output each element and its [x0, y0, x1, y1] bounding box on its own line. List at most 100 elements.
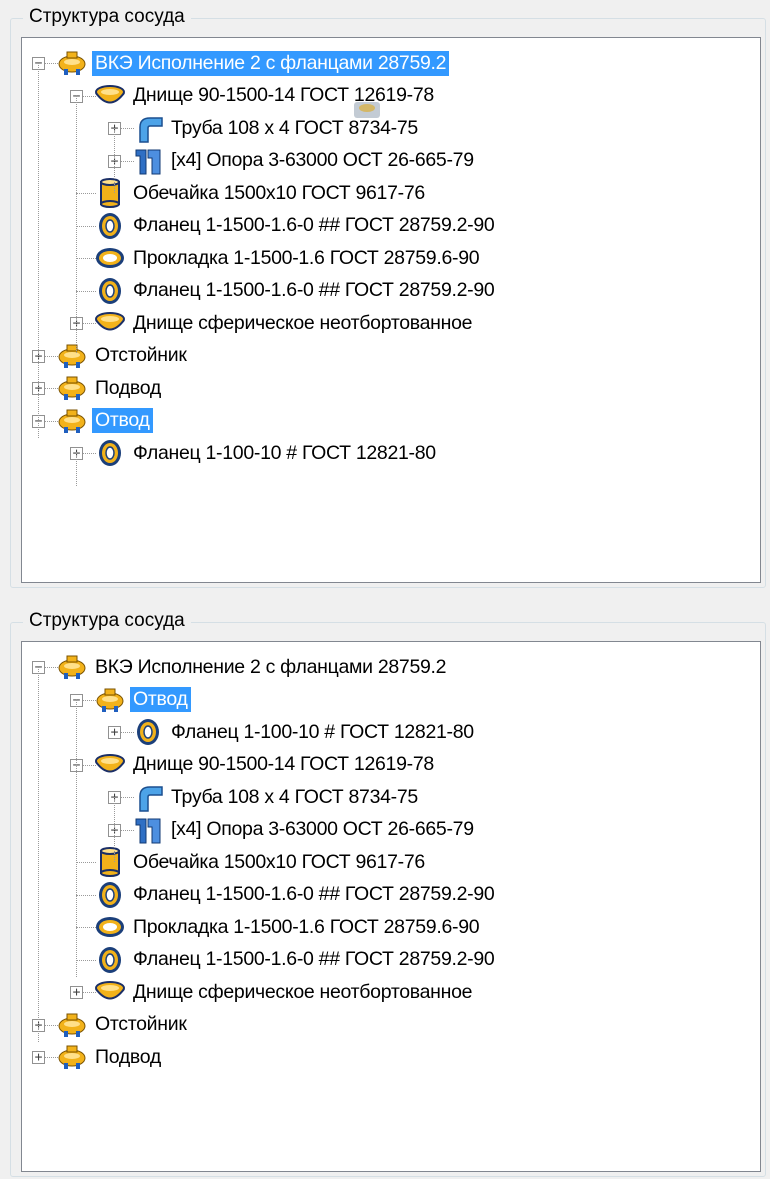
- tree-node[interactable]: Обечайка 1500x10 ГОСТ 9617-76: [94, 177, 428, 209]
- tree-connector: [76, 699, 77, 977]
- tree-node[interactable]: Фланец 1-1500-1.6-0 ## ГОСТ 28759.2-90: [94, 275, 497, 307]
- vessel-icon: [56, 1009, 88, 1041]
- tree-node-label: Обечайка 1500x10 ГОСТ 9617-76: [133, 181, 425, 204]
- head-icon: [94, 307, 126, 339]
- drag-cursor-icon: [352, 96, 382, 128]
- tree-node-label: Днище 90-1500-14 ГОСТ 12619-78: [133, 753, 434, 775]
- head-icon: [94, 80, 126, 112]
- tree-node-label: Отстойник: [95, 1013, 187, 1035]
- tree-node[interactable]: Труба 108 x 4 ГОСТ 8734-75: [132, 781, 421, 813]
- vessel-icon: [56, 47, 88, 79]
- tree-node-label: Отстойник: [95, 344, 187, 366]
- tree-node[interactable]: Прокладка 1-1500-1.6 ГОСТ 28759.6-90: [94, 911, 482, 943]
- flange-icon: [94, 437, 126, 469]
- tree-node-label: Фланец 1-1500-1.6-0 ## ГОСТ 28759.2-90: [133, 883, 495, 905]
- tree-connector: [76, 959, 96, 961]
- tree-node-label: Фланец 1-100-10 # ГОСТ 12821-80: [133, 441, 436, 464]
- tree-node-label: Отвод: [92, 408, 153, 433]
- tree-node-label: Подвод: [95, 1045, 161, 1068]
- tree-node[interactable]: Подвод: [56, 1041, 164, 1073]
- tree-node-label: Труба 108 x 4 ГОСТ 8734-75: [171, 785, 418, 808]
- flange-icon: [94, 944, 126, 976]
- tree-connector: [76, 95, 77, 353]
- tree-connector: [76, 927, 96, 928]
- tree-connector: [38, 667, 39, 1042]
- tree-node-label: Прокладка 1-1500-1.6 ГОСТ 28759.6-90: [133, 246, 480, 269]
- tree-node[interactable]: Фланец 1-1500-1.6-0 ## ГОСТ 28759.2-90: [94, 210, 497, 242]
- tree-connector: [76, 258, 96, 259]
- tree-node[interactable]: Подвод: [56, 372, 164, 404]
- tree-node-label: [x4] Опора 3-63000 ОСТ 26-665-79: [171, 818, 474, 840]
- tree-node[interactable]: [x4] Опора 3-63000 ОСТ 26-665-79: [132, 145, 477, 177]
- pipe-icon: [132, 112, 164, 144]
- tree-node-label: Прокладка 1-1500-1.6 ГОСТ 28759.6-90: [133, 915, 480, 938]
- expand-toggle[interactable]: +: [108, 726, 121, 739]
- tree-node-label: Фланец 1-1500-1.6-0 ## ГОСТ 28759.2-90: [133, 214, 495, 236]
- expand-toggle[interactable]: +: [70, 986, 83, 999]
- vessel-icon: [56, 651, 88, 683]
- tree-node-label: Днище сферическое неотбортованное: [133, 980, 473, 1003]
- vessel-structure-group-top: Структура сосуда − ВКЭ Исполнение 2 с фл…: [10, 5, 766, 588]
- tree-node[interactable]: Фланец 1-100-10 # ГОСТ 12821-80: [94, 437, 439, 469]
- tree-connector: [38, 63, 39, 438]
- tree-node[interactable]: ВКЭ Исполнение 2 с фланцами 28759.2: [56, 651, 449, 683]
- flange-icon: [94, 879, 126, 911]
- tree-node[interactable]: Прокладка 1-1500-1.6 ГОСТ 28759.6-90: [94, 242, 482, 274]
- tree-node[interactable]: Фланец 1-1500-1.6-0 ## ГОСТ 28759.2-90: [94, 879, 497, 911]
- tree-node-label: [x4] Опора 3-63000 ОСТ 26-665-79: [171, 149, 474, 171]
- tree-node-label: Обечайка 1500x10 ГОСТ 9617-76: [133, 850, 425, 873]
- tree-node[interactable]: Днище сферическое неотбортованное: [94, 307, 475, 339]
- tree-node-label: Труба 108 x 4 ГОСТ 8734-75: [171, 116, 418, 139]
- tree-node[interactable]: Днище 90-1500-14 ГОСТ 12619-78: [94, 80, 437, 112]
- tree-node[interactable]: ВКЭ Исполнение 2 с фланцами 28759.2: [56, 47, 450, 79]
- tree-node[interactable]: Фланец 1-100-10 # ГОСТ 12821-80: [132, 716, 477, 748]
- tree-node-label: ВКЭ Исполнение 2 с фланцами 28759.2: [95, 655, 447, 678]
- structure-tree-top[interactable]: − ВКЭ Исполнение 2 с фланцами 28759.2− Д…: [21, 37, 761, 583]
- support-icon: [132, 145, 164, 177]
- tree-node-label: Фланец 1-100-10 # ГОСТ 12821-80: [171, 720, 474, 743]
- flange-icon: [132, 716, 164, 748]
- tree-node[interactable]: Отвод: [94, 684, 191, 716]
- tree-node[interactable]: Отвод: [56, 405, 153, 437]
- tree-node-label: ВКЭ Исполнение 2 с фланцами 28759.2: [92, 50, 450, 76]
- tree-connector: [76, 862, 96, 863]
- tree-node[interactable]: Обечайка 1500x10 ГОСТ 9617-76: [94, 846, 428, 878]
- vessel-icon: [56, 372, 88, 404]
- tree-connector: [76, 452, 77, 486]
- pipe-icon: [132, 781, 164, 813]
- tree-node-label: Днище сферическое неотбортованное: [133, 311, 473, 334]
- group-title: Структура сосуда: [23, 609, 191, 633]
- tree-connector: [76, 193, 96, 194]
- tree-node-label: Подвод: [95, 376, 161, 399]
- gasket-icon: [94, 242, 126, 274]
- tree-node-label: Фланец 1-1500-1.6-0 ## ГОСТ 28759.2-90: [133, 279, 495, 301]
- group-title: Структура сосуда: [23, 5, 191, 29]
- tree-connector: [76, 290, 96, 292]
- vessel-icon: [94, 684, 126, 716]
- head-icon: [94, 749, 126, 781]
- tree-node-label: Отвод: [130, 687, 191, 712]
- tree-connector: [76, 225, 96, 227]
- vessel-icon: [56, 340, 88, 372]
- tree-connector: [114, 128, 115, 193]
- tree-node-label: Днище 90-1500-14 ГОСТ 12619-78: [133, 84, 434, 106]
- support-icon: [132, 814, 164, 846]
- vessel-icon: [56, 1041, 88, 1073]
- flange-icon: [94, 275, 126, 307]
- tree-node[interactable]: Отстойник: [56, 1009, 190, 1041]
- shell-icon: [94, 846, 126, 878]
- expand-toggle[interactable]: +: [32, 1051, 45, 1064]
- tree-node[interactable]: Днище сферическое неотбортованное: [94, 976, 475, 1008]
- tree-node-label: Фланец 1-1500-1.6-0 ## ГОСТ 28759.2-90: [133, 948, 495, 970]
- shell-icon: [94, 177, 126, 209]
- tree-connector: [114, 797, 115, 862]
- flange-icon: [94, 210, 126, 242]
- tree-node[interactable]: [x4] Опора 3-63000 ОСТ 26-665-79: [132, 814, 477, 846]
- tree-node[interactable]: Фланец 1-1500-1.6-0 ## ГОСТ 28759.2-90: [94, 944, 497, 976]
- head-icon: [94, 976, 126, 1008]
- gasket-icon: [94, 911, 126, 943]
- structure-tree-bottom[interactable]: − ВКЭ Исполнение 2 с фланцами 28759.2− О…: [21, 641, 761, 1172]
- vessel-icon: [56, 405, 88, 437]
- vessel-structure-group-bottom: Структура сосуда − ВКЭ Исполнение 2 с фл…: [10, 609, 766, 1177]
- tree-node[interactable]: Днище 90-1500-14 ГОСТ 12619-78: [94, 749, 437, 781]
